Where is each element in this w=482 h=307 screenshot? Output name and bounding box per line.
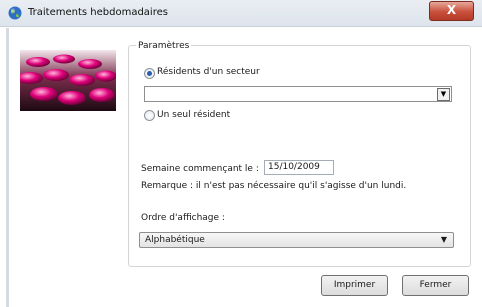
sector-combobox[interactable]: ▼ <box>144 86 452 102</box>
chevron-down-icon: ▼ <box>440 235 447 244</box>
order-select[interactable]: Alphabétique ▼ <box>139 232 454 248</box>
close-window-button[interactable]: X <box>429 1 474 21</box>
radio-sector-label[interactable]: Résidents d'un secteur <box>157 67 260 77</box>
globe-icon <box>8 6 22 20</box>
close-button[interactable]: Fermer <box>402 275 469 296</box>
week-label: Semaine commençant le : <box>141 164 259 174</box>
radio-single-label[interactable]: Un seul résident <box>157 110 230 120</box>
chevron-down-icon[interactable]: ▼ <box>437 88 450 101</box>
left-border <box>6 28 9 307</box>
radio-single-resident[interactable] <box>144 110 155 121</box>
week-note: Remarque : il n'est pas nécessaire qu'il… <box>141 181 407 191</box>
print-button[interactable]: Imprimer <box>321 275 388 296</box>
title-bar[interactable]: Traitements hebdomadaires X <box>0 0 482 27</box>
order-value: Alphabétique <box>145 235 205 245</box>
window-title: Traitements hebdomadaires <box>28 7 168 18</box>
pills-image <box>20 50 116 111</box>
dialog-window: Traitements hebdomadaires X Paramètres R… <box>0 0 482 307</box>
parameters-legend: Paramètres <box>136 41 192 51</box>
week-date-input[interactable]: 15/10/2009 <box>264 160 334 175</box>
radio-sector[interactable] <box>144 68 155 79</box>
order-label: Ordre d'affichage : <box>141 213 225 223</box>
